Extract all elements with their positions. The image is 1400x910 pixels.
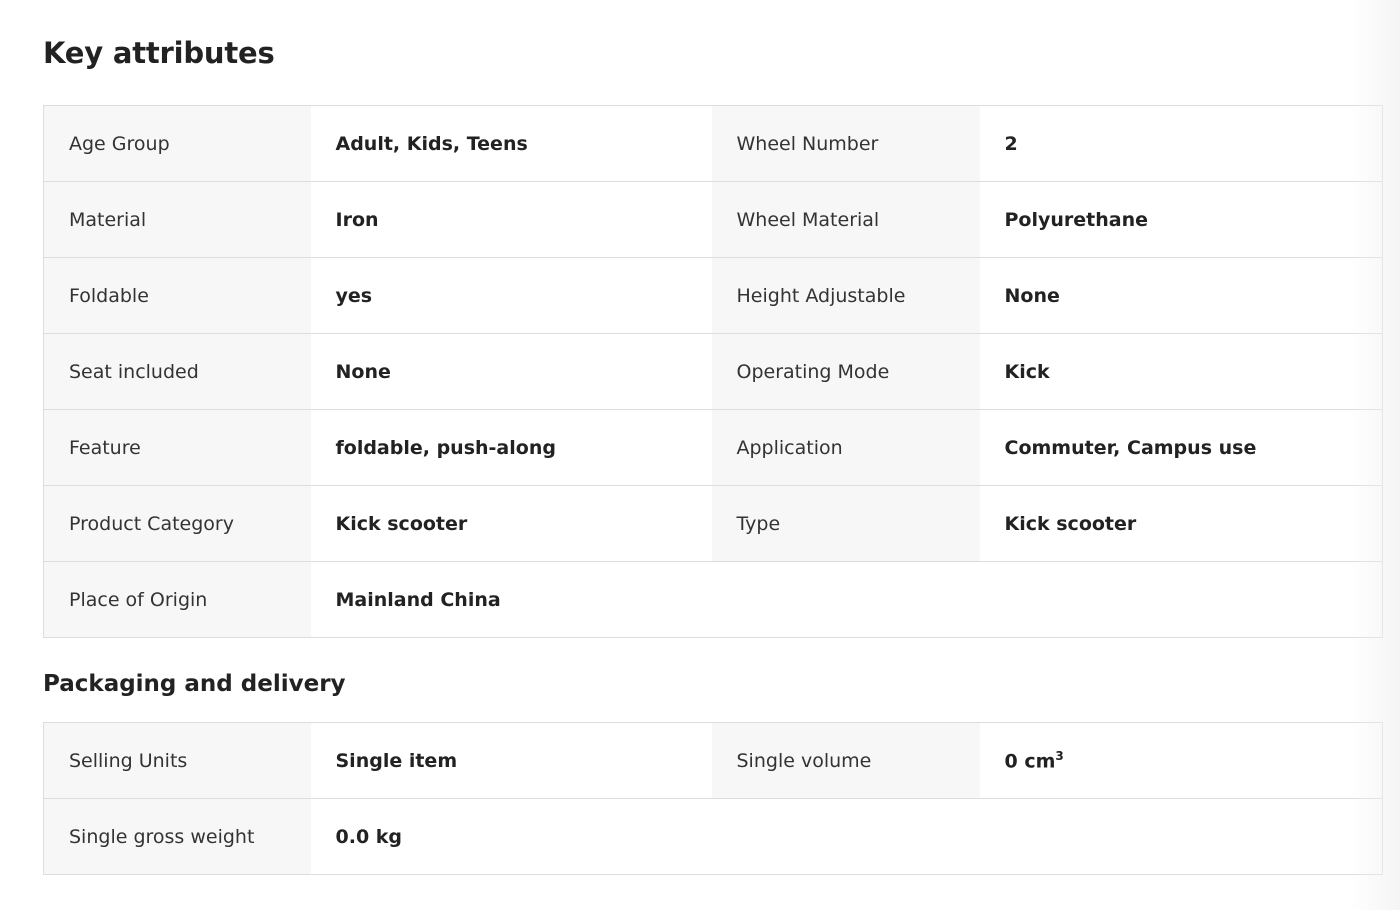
attribute-value: Kick scooter xyxy=(979,485,1383,562)
key-attributes-table: Age Group Adult, Kids, Teens Wheel Numbe… xyxy=(43,105,1383,638)
attribute-label: Foldable xyxy=(43,257,311,334)
attribute-label: Type xyxy=(711,485,980,562)
volume-value: 0 cm xyxy=(1004,750,1056,773)
attribute-value: Adult, Kids, Teens xyxy=(310,105,712,182)
packaging-delivery-table: Selling Units Single item Single volume … xyxy=(43,722,1383,875)
attribute-label: Wheel Number xyxy=(711,105,980,182)
attribute-value: Single item xyxy=(310,722,712,799)
attribute-value: 0 cm3 xyxy=(979,722,1383,799)
table-row: Place of Origin Mainland China xyxy=(43,561,1383,638)
attribute-label: Single gross weight xyxy=(43,798,311,875)
attribute-label: Wheel Material xyxy=(711,181,980,258)
attribute-value: Polyurethane xyxy=(979,181,1383,258)
attribute-value: None xyxy=(310,333,712,410)
attribute-value: Commuter, Campus use xyxy=(979,409,1383,486)
attribute-label: Material xyxy=(43,181,311,258)
attribute-value: Mainland China xyxy=(310,561,712,638)
table-row: Age Group Adult, Kids, Teens Wheel Numbe… xyxy=(43,105,1383,182)
attribute-value: yes xyxy=(310,257,712,334)
attribute-value: 0.0 kg xyxy=(310,798,712,875)
attribute-label: Place of Origin xyxy=(43,561,311,638)
table-row: Foldable yes Height Adjustable None xyxy=(43,257,1383,334)
attribute-value: Iron xyxy=(310,181,712,258)
attribute-value: None xyxy=(979,257,1383,334)
attribute-label: Height Adjustable xyxy=(711,257,980,334)
empty-cell xyxy=(711,798,1383,875)
attribute-value: foldable, push-along xyxy=(310,409,712,486)
attribute-label: Seat included xyxy=(43,333,311,410)
table-row: Product Category Kick scooter Type Kick … xyxy=(43,485,1383,562)
table-row: Seat included None Operating Mode Kick xyxy=(43,333,1383,410)
key-attributes-title: Key attributes xyxy=(43,36,275,70)
attribute-label: Selling Units xyxy=(43,722,311,799)
attribute-value: Kick scooter xyxy=(310,485,712,562)
table-row: Selling Units Single item Single volume … xyxy=(43,722,1383,799)
table-row: Material Iron Wheel Material Polyurethan… xyxy=(43,181,1383,258)
attribute-value: 2 xyxy=(979,105,1383,182)
attribute-label: Age Group xyxy=(43,105,311,182)
unit-superscript: 3 xyxy=(1055,748,1064,763)
empty-cell xyxy=(711,561,1383,638)
packaging-delivery-title: Packaging and delivery xyxy=(43,671,346,697)
attribute-label: Operating Mode xyxy=(711,333,980,410)
attribute-value: Kick xyxy=(979,333,1383,410)
table-row: Feature foldable, push-along Application… xyxy=(43,409,1383,486)
attribute-label: Product Category xyxy=(43,485,311,562)
attribute-label: Feature xyxy=(43,409,311,486)
attribute-label: Single volume xyxy=(711,722,980,799)
table-row: Single gross weight 0.0 kg xyxy=(43,798,1383,875)
attribute-label: Application xyxy=(711,409,980,486)
